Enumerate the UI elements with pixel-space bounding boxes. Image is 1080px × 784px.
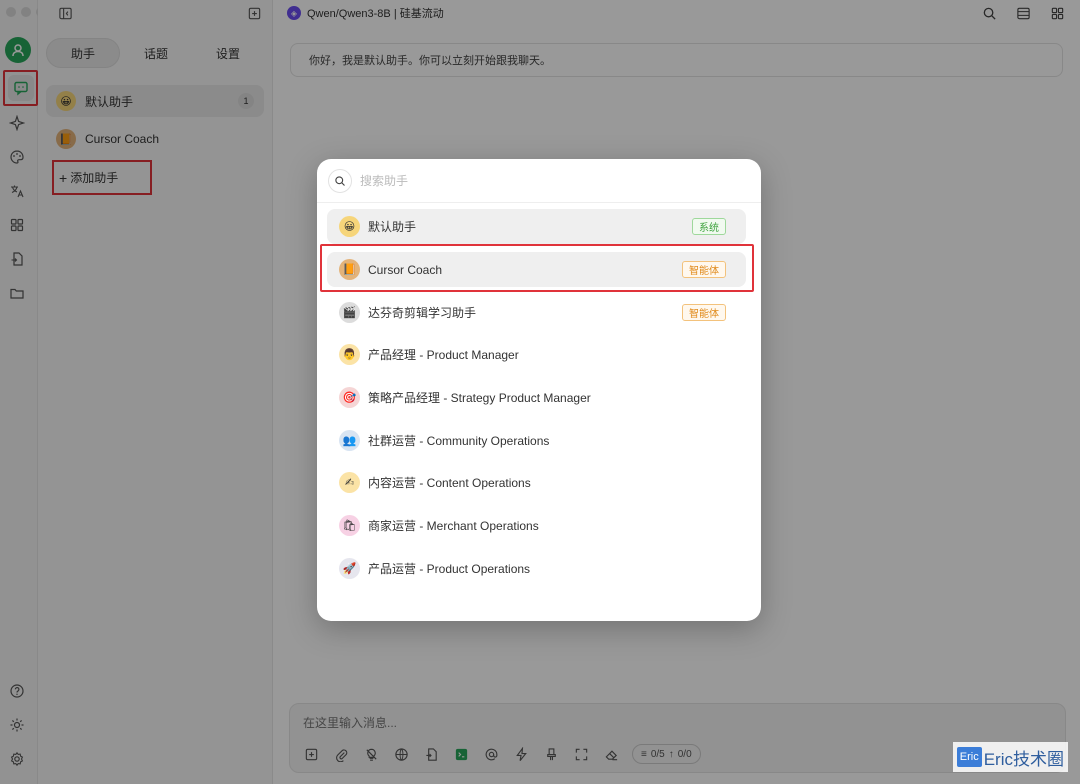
clapperboard-icon: 🎬 <box>339 302 360 323</box>
list-item-default-assistant[interactable]: 😀 默认助手 系统 <box>327 209 746 244</box>
search-icon <box>328 168 352 193</box>
list-item-strategy-product-manager[interactable]: 🎯 策略产品经理 - Strategy Product Manager <box>327 380 746 415</box>
watermark: Eric Eric技术圈 <box>952 742 1068 772</box>
highlight-frame-cursor-coach <box>320 244 754 292</box>
system-tag: 系统 <box>692 218 726 235</box>
list-item-label: 产品运营 - Product Operations <box>368 562 531 576</box>
search-bar <box>317 159 761 203</box>
list-item-label: 社群运营 - Community Operations <box>368 434 550 448</box>
list-item-product-manager[interactable]: 👨 产品经理 - Product Manager <box>327 337 746 372</box>
watermark-text: Eric技术圈 <box>983 749 1064 769</box>
smiley-face-icon: 😀 <box>339 216 360 237</box>
list-item-davinci-assistant[interactable]: 🎬 达芬奇剪辑学习助手 智能体 <box>327 295 746 330</box>
list-item-merchant-operations[interactable]: 🛍 商家运营 - Merchant Operations <box>327 508 746 543</box>
list-item-label: 达芬奇剪辑学习助手 <box>368 306 477 320</box>
list-item-label: 默认助手 <box>368 220 417 234</box>
dart-target-icon: 🎯 <box>339 387 360 408</box>
list-item-content-operations[interactable]: ✍ 内容运营 - Content Operations <box>327 465 746 500</box>
assistant-search-input[interactable] <box>360 173 720 188</box>
shopping-bag-icon: 🛍 <box>339 515 360 536</box>
list-item-community-operations[interactable]: 👥 社群运营 - Community Operations <box>327 423 746 458</box>
person-face-icon: 👨 <box>339 344 360 365</box>
rocket-icon: 🚀 <box>339 558 360 579</box>
assistant-search-popup: 😀 默认助手 系统 📙 Cursor Coach 智能体 🎬 达芬奇剪辑学习助手… <box>317 159 761 621</box>
list-item-label: 产品经理 - Product Manager <box>368 348 519 362</box>
list-item-product-operations[interactable]: 🚀 产品运营 - Product Operations <box>327 551 746 586</box>
list-item-label: 策略产品经理 - Strategy Product Manager <box>368 391 591 405</box>
list-item-label: 商家运营 - Merchant Operations <box>368 519 539 533</box>
writing-hand-icon: ✍ <box>339 472 360 493</box>
list-item-label: 内容运营 - Content Operations <box>368 476 531 490</box>
people-icon: 👥 <box>339 430 360 451</box>
watermark-logo: Eric <box>956 747 982 767</box>
agent-tag: 智能体 <box>682 304 726 321</box>
